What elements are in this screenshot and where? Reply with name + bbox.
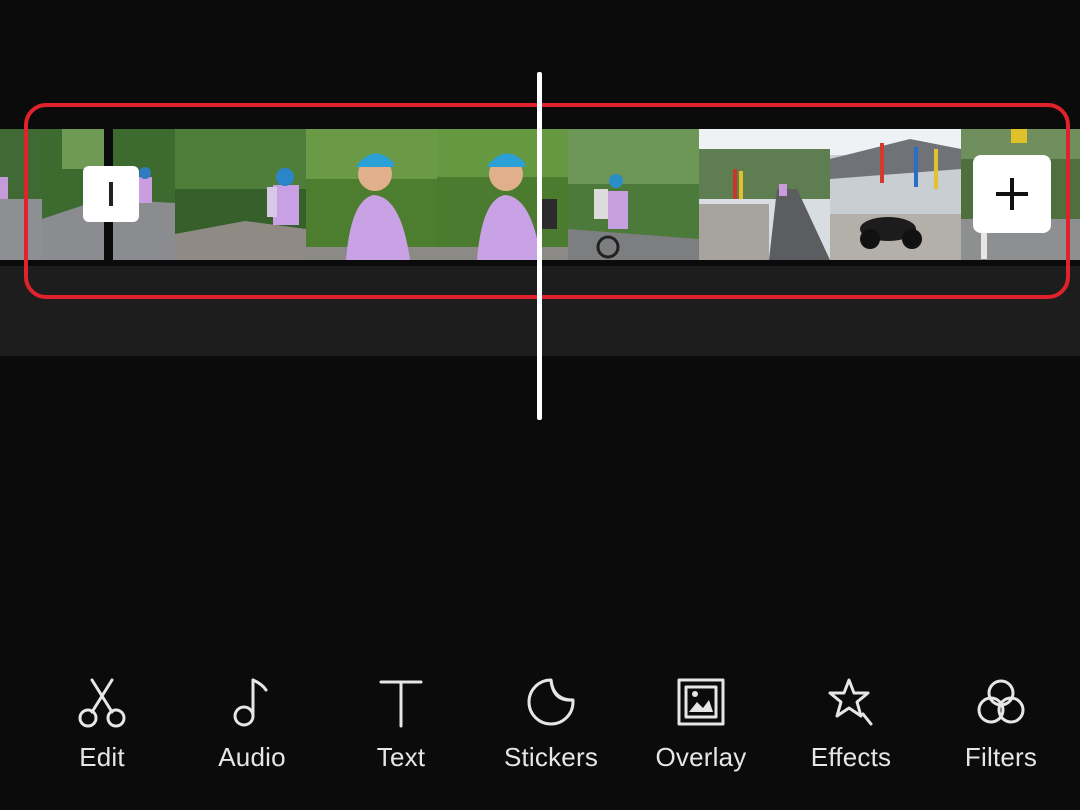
sticker-icon: [521, 672, 581, 732]
overlay-icon: [671, 672, 731, 732]
tool-overlay[interactable]: Overlay: [626, 672, 776, 773]
tool-audio[interactable]: Audio: [177, 672, 327, 773]
star-effects-icon: [821, 672, 881, 732]
tool-label: Audio: [218, 742, 286, 772]
tool-effects[interactable]: Effects: [776, 672, 926, 773]
tool-edit[interactable]: Edit: [27, 672, 177, 773]
tool-stickers[interactable]: Stickers: [476, 672, 626, 773]
highlight-box: [24, 103, 1070, 299]
tool-text[interactable]: Text: [326, 672, 476, 773]
text-icon: [371, 672, 431, 732]
tool-filters[interactable]: Filters: [926, 672, 1076, 773]
playhead[interactable]: [537, 72, 542, 420]
tool-label: Overlay: [655, 742, 747, 772]
tool-label: Effects: [810, 742, 892, 772]
timeline-area: [0, 0, 1080, 420]
music-note-icon: [222, 672, 282, 732]
scissors-icon: [72, 672, 132, 732]
tool-label: Filters: [964, 742, 1038, 772]
filters-icon: [971, 672, 1031, 732]
tool-label: Edit: [79, 742, 125, 772]
bottom-toolbar: Edit Audio Text Stickers Overlay Effects…: [0, 672, 1080, 792]
tool-label: Stickers: [503, 742, 599, 772]
tool-label: Text: [376, 742, 426, 772]
